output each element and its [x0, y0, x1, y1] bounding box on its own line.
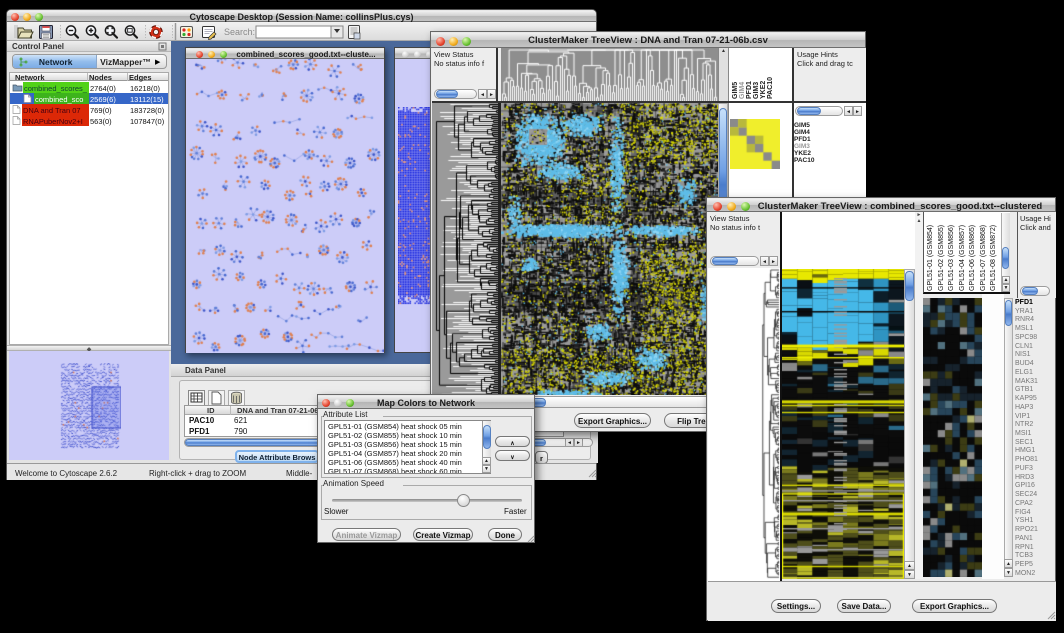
svg-text:Search:: Search: [224, 27, 255, 37]
